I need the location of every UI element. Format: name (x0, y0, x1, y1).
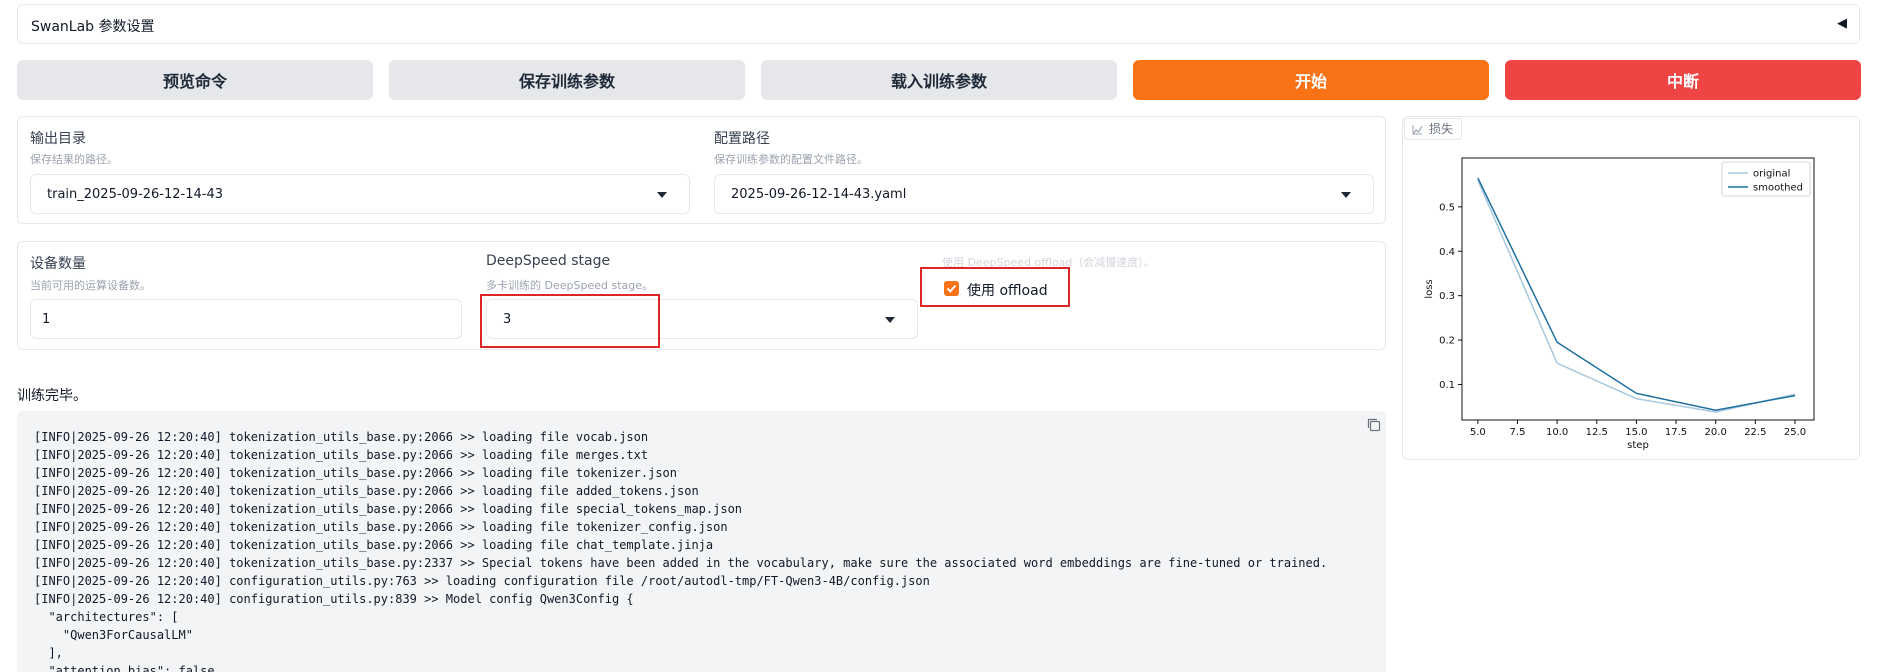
config-path-info: 保存训练参数的配置文件路径。 (714, 153, 868, 166)
log-line: [INFO|2025-09-26 12:20:40] tokenization_… (34, 502, 743, 516)
log-line: [INFO|2025-09-26 12:20:40] tokenization_… (34, 538, 714, 552)
accordion-title: SwanLab 参数设置 (31, 19, 155, 35)
log-line: "architectures": [ (34, 610, 179, 624)
highlight-box-deepspeed (480, 294, 660, 348)
log-line: [INFO|2025-09-26 12:20:40] configuration… (34, 592, 634, 606)
start-button[interactable]: 开始 (1133, 60, 1489, 100)
y-tick-label: 0.3 (1439, 291, 1455, 302)
log-line: [INFO|2025-09-26 12:20:40] tokenization_… (34, 484, 699, 498)
plot-frame (1461, 157, 1815, 421)
log-line: [INFO|2025-09-26 12:20:40] tokenization_… (34, 448, 649, 462)
x-tick-label: 7.5 (1510, 427, 1526, 438)
x-axis-label: step (1627, 440, 1649, 451)
x-tick-label: 5.0 (1470, 427, 1486, 438)
chevron-down-icon (885, 317, 895, 323)
log-line: "attention_bias": false, (34, 664, 222, 672)
x-tick-label: 15.0 (1625, 427, 1647, 438)
swanlab-settings-accordion[interactable]: SwanLab 参数设置 ◀ (17, 4, 1860, 44)
series-line-original (1477, 179, 1796, 413)
device-count-info: 当前可用的运算设备数。 (30, 279, 151, 292)
y-tick-label: 0.1 (1439, 380, 1455, 391)
log-text: [INFO|2025-09-26 12:20:40] tokenization_… (34, 428, 1327, 672)
device-count-value: 1 (42, 312, 51, 327)
output-dir-dropdown[interactable]: train_2025-09-26-12-14-43 (30, 174, 690, 214)
chevron-down-icon (1341, 192, 1351, 198)
training-status: 训练完毕。 (17, 388, 87, 404)
log-line: "Qwen3ForCausalLM" (34, 628, 193, 642)
legend-label-original: original (1753, 169, 1790, 180)
app-root: SwanLab 参数设置 ◀ 预览命令 保存训练参数 载入训练参数 开始 中断 … (0, 0, 1878, 672)
x-tick-label: 10.0 (1546, 427, 1568, 438)
output-dir-info: 保存结果的路径。 (30, 153, 118, 166)
log-line: [INFO|2025-09-26 12:20:40] tokenization_… (34, 556, 1328, 570)
loss-chart: 5.0 7.5 10.0 12.5 15.0 17.5 20.0 22.5 25.0 0.1 0.2… (1424, 157, 1815, 451)
copy-icon[interactable] (1367, 418, 1381, 432)
abort-button[interactable]: 中断 (1505, 60, 1861, 100)
x-tick-label: 12.5 (1586, 427, 1608, 438)
training-log-box[interactable]: [INFO|2025-09-26 12:20:40] tokenization_… (17, 411, 1386, 672)
device-count-input[interactable]: 1 (30, 299, 462, 339)
preview-command-button[interactable]: 预览命令 (17, 60, 373, 100)
log-line: [INFO|2025-09-26 12:20:40] tokenization_… (34, 430, 649, 444)
y-tick-label: 0.5 (1439, 202, 1455, 213)
config-path-value: 2025-09-26-12-14-43.yaml (731, 187, 907, 202)
config-path-dropdown[interactable]: 2025-09-26-12-14-43.yaml (714, 174, 1374, 214)
legend-label-smoothed: smoothed (1753, 183, 1803, 194)
config-path-label: 配置路径 (714, 131, 770, 147)
device-count-label: 设备数量 (30, 256, 86, 272)
x-tick-label: 25.0 (1784, 427, 1806, 438)
deepspeed-stage-info: 多卡训练的 DeepSpeed stage。 (486, 279, 653, 292)
log-line: ], (34, 646, 63, 660)
log-line: [INFO|2025-09-26 12:20:40] tokenization_… (34, 466, 677, 480)
chevron-down-icon (657, 192, 667, 198)
output-dir-label: 输出目录 (30, 131, 86, 147)
y-axis-label: loss (1424, 279, 1435, 298)
save-params-button[interactable]: 保存训练参数 (389, 60, 745, 100)
x-tick-label: 20.0 (1705, 427, 1727, 438)
log-line: [INFO|2025-09-26 12:20:40] tokenization_… (34, 520, 728, 534)
collapse-arrow-icon[interactable]: ◀ (1837, 16, 1847, 31)
y-tick-label: 0.4 (1439, 247, 1455, 258)
deepspeed-stage-label: DeepSpeed stage (486, 253, 611, 269)
highlight-box-offload (920, 267, 1070, 307)
series-line-smoothed (1477, 177, 1796, 411)
x-tick-label: 22.5 (1744, 427, 1766, 438)
log-line: [INFO|2025-09-26 12:20:40] configuration… (34, 574, 930, 588)
load-params-button[interactable]: 载入训练参数 (761, 60, 1117, 100)
x-tick-label: 17.5 (1665, 427, 1687, 438)
output-dir-value: train_2025-09-26-12-14-43 (47, 187, 224, 202)
y-tick-label: 0.2 (1439, 336, 1455, 347)
